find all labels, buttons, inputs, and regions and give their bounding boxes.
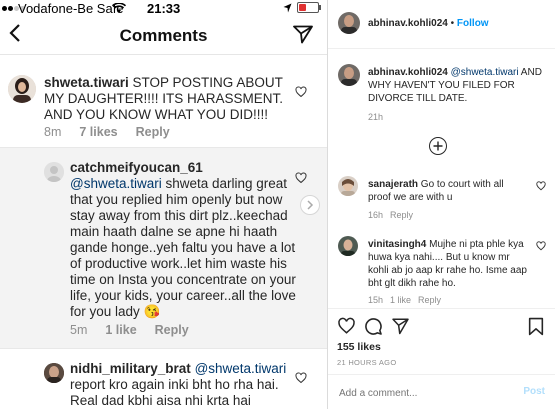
post-author-row: abhinav.kohli024 • Follow	[368, 17, 489, 30]
comment-icon[interactable]	[364, 317, 383, 336]
comment-username[interactable]: catchmeifyoucan_61	[70, 160, 203, 175]
location-icon	[283, 3, 292, 12]
comment-mention[interactable]: @shweta.tiwari	[195, 361, 287, 376]
post-caption: abhinav.kohli024 @shweta.tiwari AND WHY …	[368, 66, 548, 105]
comment-username[interactable]: sanajerath	[368, 179, 418, 190]
avatar[interactable]	[338, 12, 360, 34]
comment-meta: 5m 1 like Reply	[70, 323, 189, 337]
caption-age: 21h	[368, 112, 384, 122]
comment-mention[interactable]: @shweta.tiwari	[70, 176, 162, 191]
heart-icon[interactable]	[295, 172, 307, 184]
carrier-name: Vodafone-Be Safe	[18, 1, 124, 16]
avatar[interactable]	[338, 176, 358, 196]
comment-likes[interactable]: 1 like	[105, 323, 136, 337]
post-author[interactable]: abhinav.kohli024	[368, 18, 448, 29]
follow-button[interactable]: Follow	[457, 18, 489, 29]
comments-header: Comments	[0, 18, 327, 55]
bookmark-icon[interactable]	[528, 317, 544, 336]
reply-button[interactable]: Reply	[390, 210, 413, 220]
like-count[interactable]: 155 likes	[337, 341, 381, 353]
post-button[interactable]: Post	[523, 386, 545, 397]
comment-age: 8m	[44, 125, 62, 139]
add-comment-bar: Post	[328, 374, 555, 411]
share-icon[interactable]	[391, 317, 410, 335]
add-comment-input[interactable]	[337, 384, 511, 402]
comment-username[interactable]: nidhi_military_brat	[70, 361, 191, 376]
comment-meta: 15h 1 like Reply	[368, 295, 441, 305]
comment-meta: 16h Reply	[368, 210, 413, 220]
battery-icon	[297, 2, 321, 13]
status-bar: Vodafone-Be Safe 21:33	[0, 0, 327, 18]
post-panel: abhinav.kohli024 • Follow abhinav.kohli0…	[328, 0, 555, 409]
heart-icon[interactable]	[295, 86, 307, 98]
comment-text: catchmeifyoucan_61 @shweta.tiwari shweta…	[70, 160, 306, 320]
post-header: abhinav.kohli024 • Follow	[328, 0, 555, 49]
add-more-icon[interactable]	[429, 137, 447, 155]
page-title: Comments	[119, 26, 208, 45]
avatar[interactable]	[338, 236, 358, 256]
caption-meta: 21h	[368, 112, 383, 122]
send-icon[interactable]	[293, 25, 313, 49]
comment-body: report kro again inki bht ho rha hai. Re…	[70, 377, 279, 408]
comment-body: shweta darling great that you replied hi…	[70, 176, 296, 319]
reply-button[interactable]: Reply	[136, 125, 170, 139]
avatar[interactable]	[8, 75, 36, 103]
reply-button[interactable]: Reply	[155, 323, 189, 337]
comment-text: vinitasingh4 Mujhe ni pta phle kya huwa …	[368, 238, 528, 290]
comment-age: 15h	[368, 295, 384, 305]
comments-screen: Vodafone-Be Safe 21:33 Comments shweta.t…	[0, 0, 328, 409]
heart-icon[interactable]	[337, 317, 356, 335]
comment-text: sanajerath Go to court with all proof we…	[368, 178, 528, 204]
caption-mention[interactable]: @shweta.tiwari	[451, 67, 519, 78]
comment-text: nidhi_military_brat @shweta.tiwari repor…	[70, 361, 300, 409]
reply-button[interactable]: Reply	[418, 295, 441, 305]
heart-icon[interactable]	[536, 241, 546, 251]
comment-username[interactable]: shweta.tiwari	[44, 75, 129, 90]
caption-username[interactable]: abhinav.kohli024	[368, 67, 448, 78]
chevron-right-icon[interactable]	[300, 195, 320, 215]
avatar[interactable]	[44, 363, 64, 383]
post-timestamp: 21 HOURS AGO	[337, 358, 397, 367]
comment-likes[interactable]: 7 likes	[79, 125, 117, 139]
wifi-icon	[112, 3, 126, 13]
post-actions: 155 likes 21 HOURS AGO Post	[328, 308, 555, 410]
avatar[interactable]	[338, 64, 360, 86]
comment-likes[interactable]: 1 like	[390, 295, 411, 305]
avatar[interactable]	[44, 162, 64, 182]
comment-meta: 8m 7 likes Reply	[44, 125, 170, 139]
heart-icon[interactable]	[295, 372, 307, 384]
comment-age: 5m	[70, 323, 88, 337]
heart-icon[interactable]	[536, 181, 546, 191]
comment-age: 16h	[368, 210, 384, 220]
comment-text: shweta.tiwari STOP POSTING ABOUT MY DAUG…	[44, 75, 292, 123]
comment-username[interactable]: vinitasingh4	[368, 239, 426, 250]
separator: •	[450, 18, 455, 29]
clock: 21:33	[147, 1, 181, 16]
